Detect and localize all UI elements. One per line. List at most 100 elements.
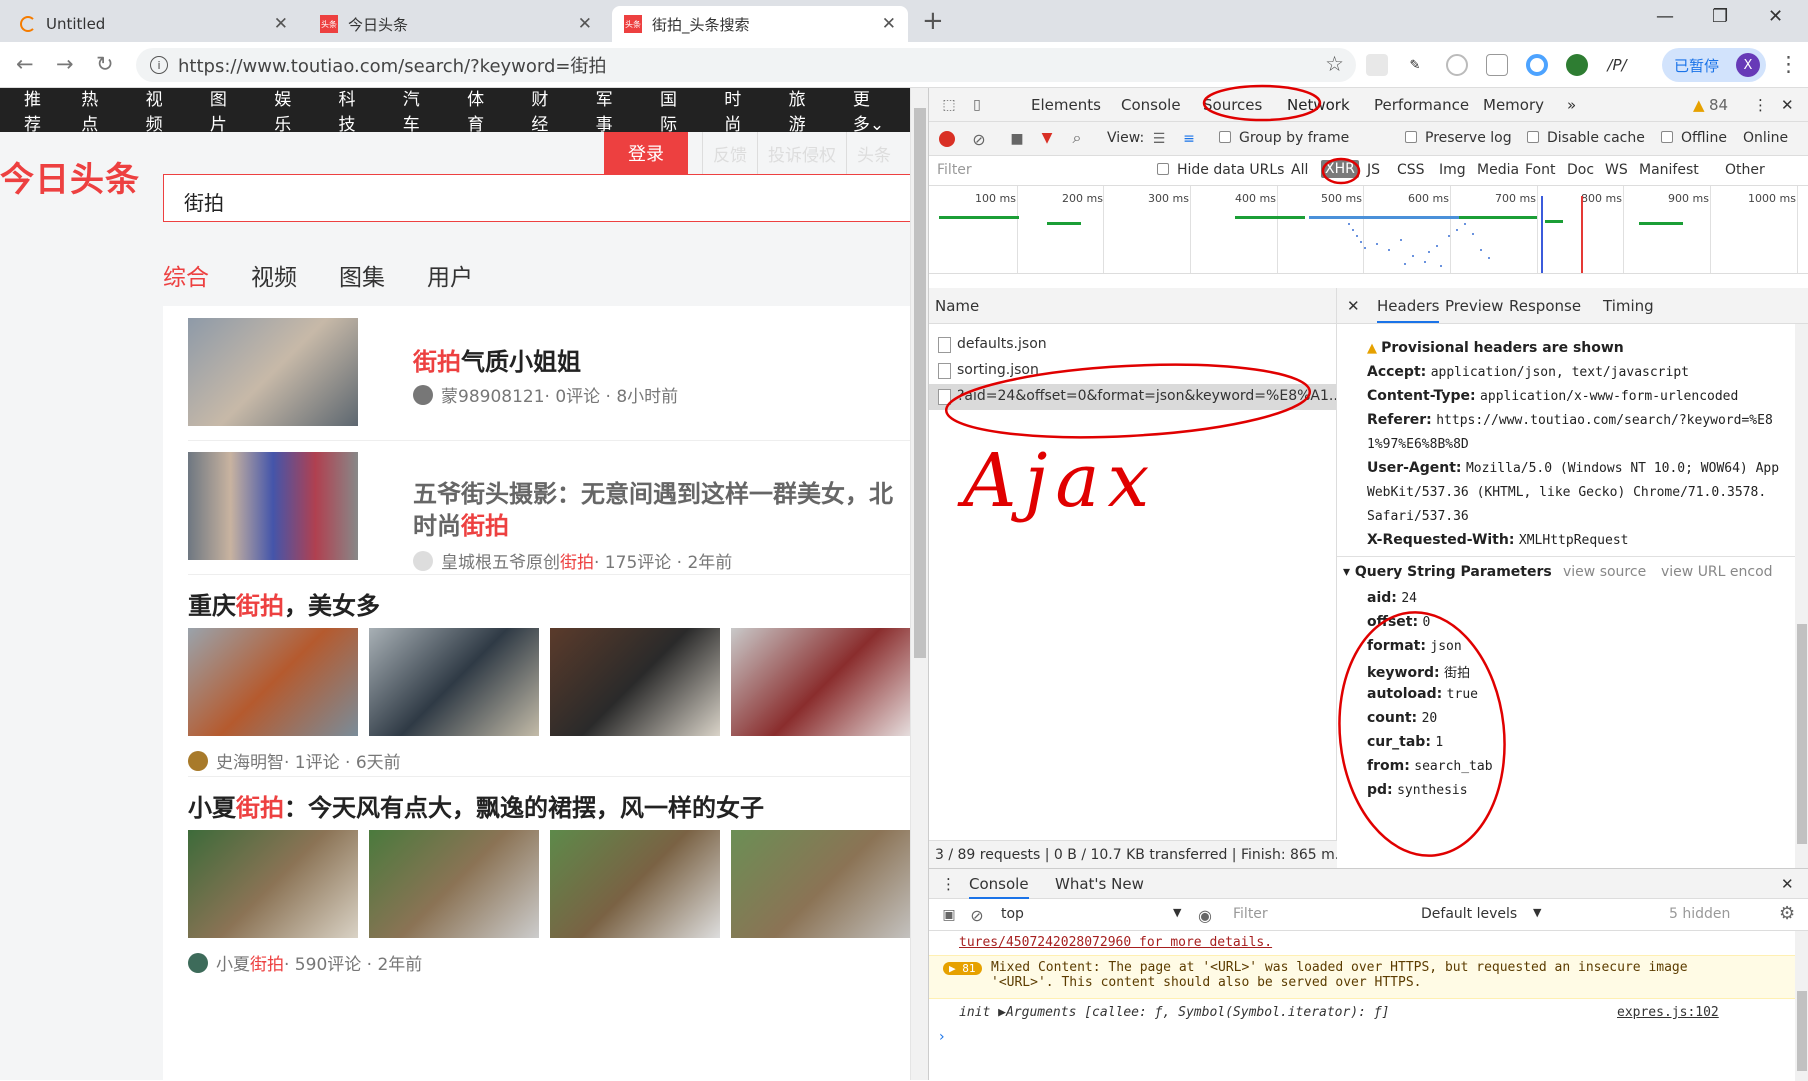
type-img[interactable]: Img	[1439, 162, 1466, 178]
throttle-select[interactable]: Online	[1743, 130, 1788, 146]
result-title[interactable]: 小夏街拍：今天风有点大，飘逸的裙摆，风一样的女子	[188, 788, 764, 823]
filter-input[interactable]: Filter	[937, 162, 972, 178]
close-tab-icon[interactable]: ✕	[274, 14, 288, 34]
tab-gallery[interactable]: 图集	[339, 258, 385, 292]
filter-icon[interactable]: ▼	[1037, 128, 1057, 148]
type-font[interactable]: Font	[1525, 162, 1555, 178]
detail-scrollbar[interactable]	[1795, 324, 1808, 868]
log-link[interactable]: tures/4507242028072960 for more details.	[959, 935, 1272, 950]
type-other[interactable]: Other	[1725, 162, 1765, 178]
address-bar[interactable]: i https://www.toutiao.com/search/?keywor…	[136, 48, 1356, 82]
close-detail-icon[interactable]: ✕	[1347, 297, 1360, 315]
disable-cache-checkbox[interactable]: Disable cache	[1527, 130, 1645, 146]
eye-icon[interactable]: ◉	[1195, 905, 1215, 925]
view-url-encoded-link[interactable]: view URL encod	[1661, 564, 1773, 580]
result-title[interactable]: 街拍气质小姐姐	[413, 342, 581, 377]
result-thumbnail[interactable]	[188, 318, 358, 426]
prompt-chevron-icon[interactable]: ›	[939, 1029, 945, 1045]
author[interactable]: 史海明智	[216, 748, 284, 773]
request-row[interactable]: defaults.json	[929, 332, 1336, 358]
tab-preview[interactable]: Preview	[1445, 297, 1503, 315]
category-item[interactable]: 军事	[596, 88, 619, 135]
query-string-section[interactable]: ▾ Query String Parameters	[1343, 564, 1552, 580]
back-icon[interactable]: ←	[16, 52, 34, 76]
result-image[interactable]	[369, 628, 539, 736]
tab-headers[interactable]: Headers	[1377, 297, 1440, 323]
tab-timing[interactable]: Timing	[1603, 297, 1654, 315]
type-manifest[interactable]: Manifest	[1639, 162, 1699, 178]
category-item[interactable]: 推荐	[24, 88, 47, 135]
result-image[interactable]	[550, 830, 720, 938]
sidebar-toggle-icon[interactable]: ▣	[939, 906, 959, 924]
more-tabs-icon[interactable]: »	[1567, 96, 1576, 114]
console-scrollbar[interactable]	[1795, 931, 1808, 1081]
drawer-menu-icon[interactable]: ⋮	[941, 875, 956, 893]
tab-untitled[interactable]: Untitled ✕	[8, 6, 300, 42]
close-window-icon[interactable]: ✕	[1768, 6, 1783, 27]
levels-select[interactable]: Default levels	[1421, 906, 1517, 922]
type-ws[interactable]: WS	[1605, 162, 1628, 178]
large-rows-icon[interactable]: ☰	[1149, 129, 1169, 149]
category-item[interactable]: 图片	[210, 88, 233, 135]
extension-icon[interactable]	[1486, 54, 1508, 76]
tab-response[interactable]: Response	[1509, 297, 1581, 315]
context-select[interactable]: top	[1001, 906, 1024, 922]
profile-paused-button[interactable]: 已暂停 X	[1662, 48, 1766, 82]
type-media[interactable]: Media	[1477, 162, 1519, 178]
page-scrollbar[interactable]	[910, 88, 928, 1080]
category-more[interactable]: 更多⌄	[853, 88, 886, 135]
tab-memory[interactable]: Memory	[1483, 96, 1544, 114]
result-image[interactable]	[188, 628, 358, 736]
extension-icon[interactable]	[1366, 54, 1388, 76]
category-item[interactable]: 热点	[81, 88, 104, 135]
hide-data-urls-checkbox[interactable]: Hide data URLs	[1157, 162, 1284, 178]
type-all[interactable]: All	[1291, 162, 1308, 178]
tab-console-drawer[interactable]: Console	[969, 875, 1029, 899]
clear-console-icon[interactable]: ⊘	[967, 905, 987, 925]
author[interactable]: 小夏	[216, 950, 250, 975]
record-icon[interactable]	[939, 131, 955, 147]
type-css[interactable]: CSS	[1397, 162, 1425, 178]
console-filter-input[interactable]: Filter	[1233, 906, 1363, 922]
category-item[interactable]: 时尚	[724, 88, 747, 135]
tab-search[interactable]: 头条 街拍_头条搜索 ✕	[612, 6, 908, 42]
name-column-header[interactable]: Name	[929, 288, 1336, 324]
menu-kebab-icon[interactable]: ⋮	[1778, 52, 1799, 76]
timeline-overview[interactable]: 100 ms 200 ms 300 ms 400 ms 500 ms 600 m…	[929, 186, 1808, 274]
reload-icon[interactable]: ↻	[96, 52, 114, 76]
extension-icon[interactable]	[1566, 54, 1588, 76]
view-source-link[interactable]: view source	[1563, 564, 1646, 580]
scrollbar-thumb[interactable]	[1797, 991, 1807, 1071]
type-js[interactable]: JS	[1367, 162, 1380, 178]
request-row-selected[interactable]: ?aid=24&offset=0&format=json&keyword=%E8…	[929, 384, 1336, 410]
new-tab-icon[interactable]: +	[922, 6, 944, 36]
clear-icon[interactable]: ⊘	[969, 129, 989, 149]
close-tab-icon[interactable]: ✕	[882, 14, 896, 34]
close-devtools-icon[interactable]: ✕	[1781, 96, 1794, 114]
extension-icon[interactable]: ✎	[1404, 54, 1426, 76]
result-thumbnail[interactable]	[188, 452, 358, 560]
tab-video[interactable]: 视频	[251, 258, 297, 292]
inspect-icon[interactable]: ⬚	[939, 95, 959, 115]
tab-console[interactable]: Console	[1121, 96, 1181, 114]
extension-icon[interactable]: /P/	[1606, 54, 1628, 76]
waterfall-icon[interactable]: ≡	[1179, 129, 1199, 149]
result-title[interactable]: 重庆街拍，美女多	[188, 586, 380, 621]
feedback-link[interactable]: 反馈	[702, 132, 757, 174]
category-item[interactable]: 财经	[531, 88, 554, 135]
extension-icon[interactable]	[1526, 54, 1548, 76]
category-item[interactable]: 视频	[146, 88, 169, 135]
source-link[interactable]: expres.js:102	[1617, 1005, 1719, 1020]
preserve-log-checkbox[interactable]: Preserve log	[1405, 130, 1512, 146]
group-by-frame-checkbox[interactable]: Group by frame	[1219, 130, 1349, 146]
tab-user[interactable]: 用户	[427, 258, 473, 292]
type-doc[interactable]: Doc	[1567, 162, 1594, 178]
toutiao-logo[interactable]: 今日头条	[0, 152, 140, 201]
scrollbar-thumb[interactable]	[914, 108, 926, 658]
tab-toutiao[interactable]: 头条 今日头条 ✕	[308, 6, 604, 42]
bookmark-star-icon[interactable]: ☆	[1325, 52, 1344, 76]
offline-checkbox[interactable]: Offline	[1661, 130, 1727, 146]
tab-whats-new[interactable]: What's New	[1055, 875, 1144, 893]
category-item[interactable]: 科技	[338, 88, 361, 135]
tab-elements[interactable]: Elements	[1031, 96, 1101, 114]
